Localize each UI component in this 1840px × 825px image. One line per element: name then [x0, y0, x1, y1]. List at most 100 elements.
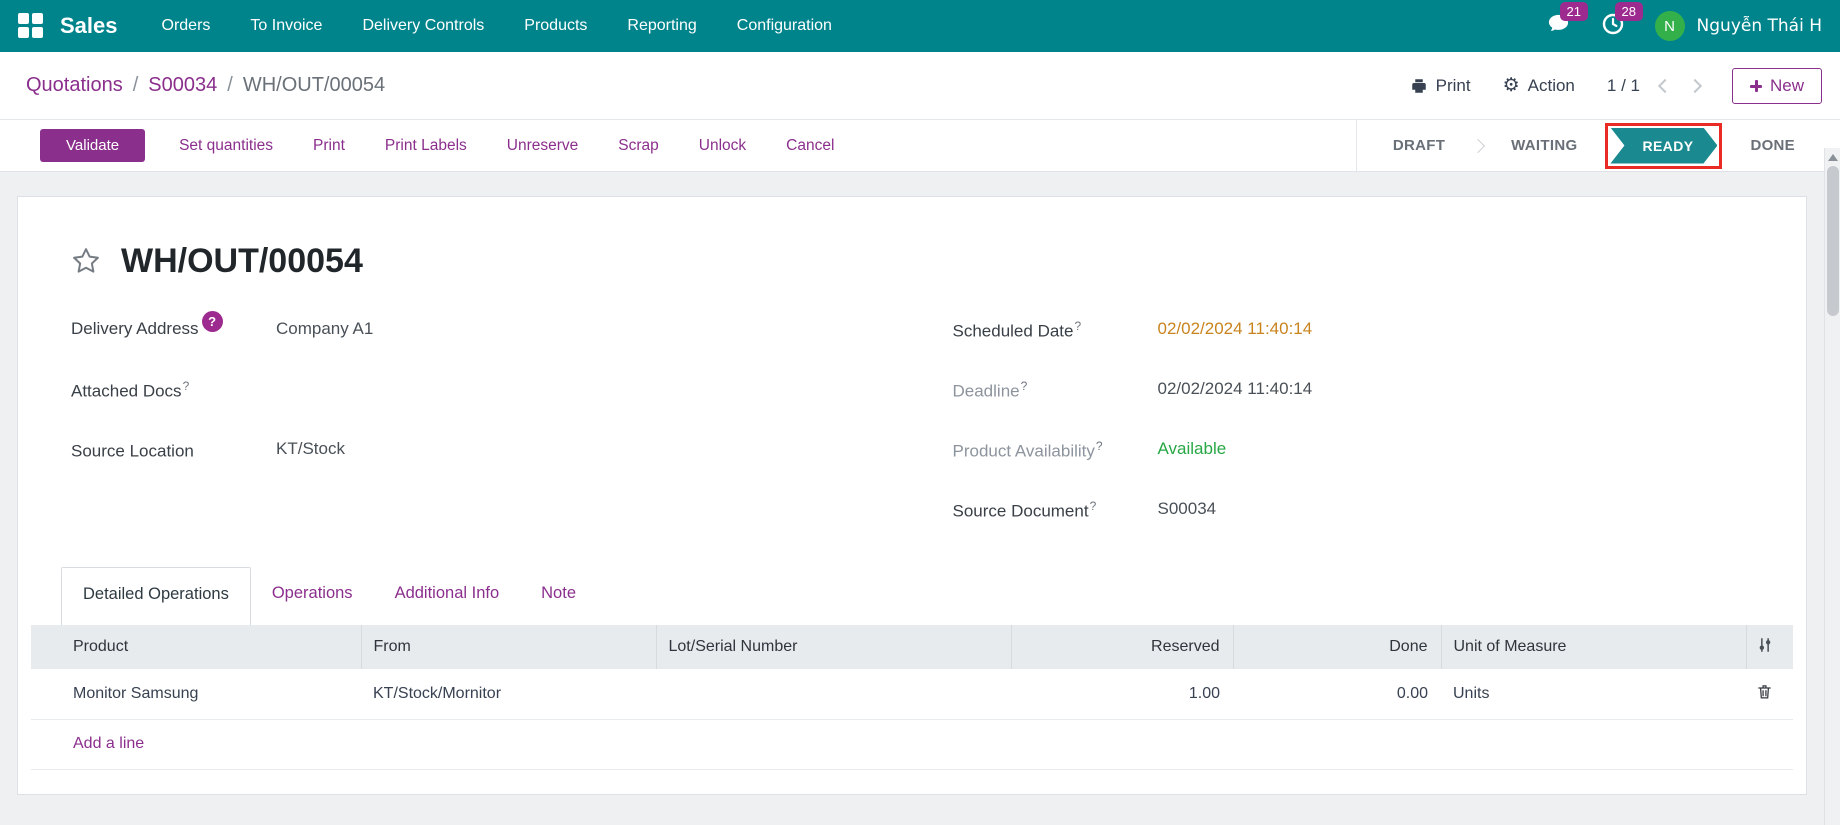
print-labels-button[interactable]: Print Labels: [385, 137, 467, 155]
field-groups: Delivery Address? Company A1 Attached Do…: [71, 319, 1782, 559]
action-menu-button[interactable]: Action: [1503, 76, 1575, 96]
help-question-icon: ?: [1096, 439, 1103, 453]
breadcrumb-separator: /: [227, 74, 233, 97]
column-sliders-icon: [1756, 636, 1774, 654]
apps-menu-icon[interactable]: [18, 13, 44, 39]
breadcrumb-quotations[interactable]: Quotations: [26, 74, 123, 97]
delivery-address-value[interactable]: Company A1: [276, 319, 373, 339]
unreserve-button[interactable]: Unreserve: [507, 137, 579, 155]
help-question-icon: ?: [1074, 319, 1081, 333]
top-right-controls: 21 28 N Nguyễn Thái H: [1546, 11, 1822, 41]
user-name[interactable]: Nguyễn Thái H: [1697, 16, 1822, 36]
tab-operations[interactable]: Operations: [251, 567, 374, 625]
cancel-button[interactable]: Cancel: [786, 137, 834, 155]
add-a-line-link[interactable]: Add a line: [73, 735, 144, 752]
deadline-value[interactable]: 02/02/2024 11:40:14: [1158, 379, 1313, 399]
field-label: Source Location: [71, 439, 276, 462]
breadcrumb-separator: /: [133, 74, 139, 97]
table-header-row: Product From Lot/Serial Number Reserved …: [31, 625, 1793, 669]
cell-reserved[interactable]: 1.00: [1011, 669, 1233, 719]
status-separator-icon: [1471, 138, 1485, 152]
source-document-value[interactable]: S00034: [1158, 499, 1217, 519]
field-attached-docs: Attached Docs?: [71, 379, 927, 401]
status-step-done[interactable]: DONE: [1750, 137, 1795, 154]
favorite-star-icon[interactable]: [71, 246, 101, 276]
activities-button[interactable]: 28: [1601, 12, 1625, 41]
menu-products[interactable]: Products: [524, 17, 587, 35]
print-action-button[interactable]: Print: [313, 137, 345, 155]
scrollbar-thumb[interactable]: [1827, 166, 1839, 316]
messages-button[interactable]: 21: [1546, 12, 1571, 40]
col-header-reserved[interactable]: Reserved: [1011, 625, 1233, 669]
validate-button[interactable]: Validate: [40, 129, 145, 162]
status-step-ready-active[interactable]: READY: [1610, 128, 1717, 164]
record-title: WH/OUT/00054: [121, 237, 363, 285]
top-nav-bar: Sales Orders To Invoice Delivery Control…: [0, 0, 1840, 52]
menu-reporting[interactable]: Reporting: [627, 17, 696, 35]
detailed-operations-table: Product From Lot/Serial Number Reserved …: [31, 625, 1793, 770]
unlock-button[interactable]: Unlock: [699, 137, 746, 155]
print-button[interactable]: Print: [1410, 76, 1471, 96]
control-panel: Quotations / S00034 / WH/OUT/00054 Print…: [0, 52, 1840, 120]
col-header-uom[interactable]: Unit of Measure: [1441, 625, 1746, 669]
set-quantities-button[interactable]: Set quantities: [179, 137, 273, 155]
tab-detailed-operations[interactable]: Detailed Operations: [61, 567, 251, 625]
help-question-icon: ?: [1021, 379, 1028, 393]
status-step-draft[interactable]: DRAFT: [1393, 137, 1445, 154]
status-step-waiting[interactable]: WAITING: [1511, 137, 1577, 154]
col-header-lot-serial[interactable]: Lot/Serial Number: [656, 625, 1011, 669]
source-location-value[interactable]: KT/Stock: [276, 439, 345, 459]
tab-additional-info[interactable]: Additional Info: [374, 567, 521, 625]
scheduled-date-value[interactable]: 02/02/2024 11:40:14: [1158, 319, 1313, 339]
help-question-icon: ?: [202, 311, 223, 332]
cp-buttons: Print Action 1 / 1 New: [1410, 68, 1822, 104]
form-status-bar: Validate Set quantities Print Print Labe…: [0, 120, 1840, 172]
user-avatar[interactable]: N: [1655, 11, 1685, 41]
breadcrumb: Quotations / S00034 / WH/OUT/00054: [26, 74, 385, 97]
scrap-button[interactable]: Scrap: [618, 137, 659, 155]
help-question-icon: ?: [183, 379, 190, 393]
add-line-cell: Add a line: [31, 719, 1793, 769]
product-availability-value[interactable]: Available: [1158, 439, 1227, 459]
scroll-up-icon[interactable]: [1828, 154, 1838, 161]
messages-count-badge: 21: [1560, 2, 1588, 21]
cell-done[interactable]: 0.00: [1233, 669, 1441, 719]
new-label: New: [1770, 76, 1804, 96]
add-line-row: Add a line: [31, 719, 1793, 769]
field-label: Product Availability?: [953, 439, 1158, 462]
breadcrumb-s00034[interactable]: S00034: [148, 74, 217, 97]
pager-previous-icon[interactable]: [1658, 78, 1672, 92]
col-header-from[interactable]: From: [361, 625, 656, 669]
vertical-scrollbar[interactable]: [1824, 148, 1840, 825]
delete-row-button[interactable]: [1746, 669, 1793, 719]
field-group-left: Delivery Address? Company A1 Attached Do…: [71, 319, 927, 559]
new-button[interactable]: New: [1732, 68, 1822, 104]
field-deadline: Deadline? 02/02/2024 11:40:14: [953, 379, 1783, 401]
menu-delivery-controls[interactable]: Delivery Controls: [362, 17, 484, 35]
pager-next-icon[interactable]: [1688, 78, 1702, 92]
field-scheduled-date: Scheduled Date? 02/02/2024 11:40:14: [953, 319, 1783, 341]
secondary-actions: Set quantities Print Print Labels Unrese…: [179, 137, 834, 155]
cell-uom[interactable]: Units: [1441, 669, 1746, 719]
cell-product[interactable]: Monitor Samsung: [31, 669, 361, 719]
cell-lot-serial[interactable]: [656, 669, 1011, 719]
app-name[interactable]: Sales: [60, 13, 118, 39]
col-header-product[interactable]: Product: [31, 625, 361, 669]
field-label: Deadline?: [953, 379, 1158, 402]
field-group-right: Scheduled Date? 02/02/2024 11:40:14 Dead…: [927, 319, 1783, 559]
pager: 1 / 1: [1607, 76, 1700, 96]
field-source-location: Source Location KT/Stock: [71, 439, 927, 461]
statusbar: DRAFT WAITING READY DONE: [1356, 120, 1795, 171]
print-label: Print: [1436, 76, 1471, 96]
optional-columns-button[interactable]: [1746, 625, 1793, 669]
cell-from[interactable]: KT/Stock/Mornitor: [361, 669, 656, 719]
tab-note[interactable]: Note: [520, 567, 597, 625]
activities-count-badge: 28: [1615, 2, 1643, 21]
menu-orders[interactable]: Orders: [162, 17, 211, 35]
menu-to-invoice[interactable]: To Invoice: [250, 17, 322, 35]
trash-icon: [1756, 683, 1773, 700]
menu-configuration[interactable]: Configuration: [737, 17, 832, 35]
col-header-done[interactable]: Done: [1233, 625, 1441, 669]
pager-count: 1 / 1: [1607, 76, 1640, 96]
printer-icon: [1410, 77, 1428, 95]
